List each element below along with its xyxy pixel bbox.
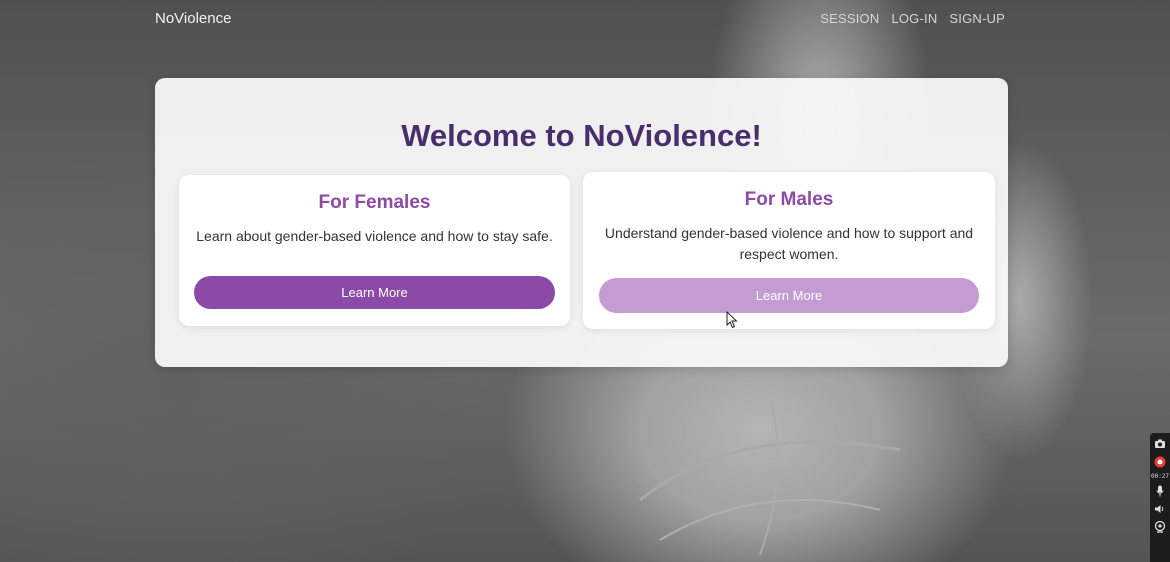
card-title-females: For Females — [318, 192, 431, 213]
nav-links: SESSION LOG-IN SIGN-UP — [820, 11, 1005, 26]
webcam-icon[interactable] — [1153, 520, 1167, 534]
nav-link-session[interactable]: SESSION — [820, 11, 879, 26]
recording-time: 00:27 — [1150, 473, 1170, 480]
learn-more-females-button[interactable]: Learn More — [194, 276, 555, 309]
mouse-cursor-icon — [726, 311, 738, 329]
card-title-males: For Males — [744, 189, 834, 210]
hand-photo-detail — [639, 399, 901, 556]
navbar: NoViolence SESSION LOG-IN SIGN-UP — [155, 0, 1005, 36]
card-females: For Females Learn about gender-based vio… — [179, 175, 570, 326]
brand-logo[interactable]: NoViolence — [155, 10, 231, 27]
record-stop-icon[interactable] — [1153, 455, 1167, 469]
camera-icon[interactable] — [1153, 437, 1167, 451]
learn-more-males-button[interactable]: Learn More — [599, 278, 979, 313]
card-males: For Males Understand gender-based violen… — [583, 172, 995, 329]
nav-link-signup[interactable]: SIGN-UP — [949, 11, 1005, 26]
page-title: Welcome to NoViolence! — [401, 118, 762, 153]
microphone-icon[interactable] — [1153, 484, 1167, 498]
card-text-males: Understand gender-based violence and how… — [604, 225, 974, 262]
card-text-females: Learn about gender-based violence and ho… — [196, 228, 553, 244]
screen-recorder-toolbar: 00:27 — [1150, 433, 1170, 562]
welcome-panel: Welcome to NoViolence! For Females Learn… — [155, 78, 1008, 367]
speaker-icon[interactable] — [1153, 502, 1167, 516]
nav-link-login[interactable]: LOG-IN — [891, 11, 937, 26]
